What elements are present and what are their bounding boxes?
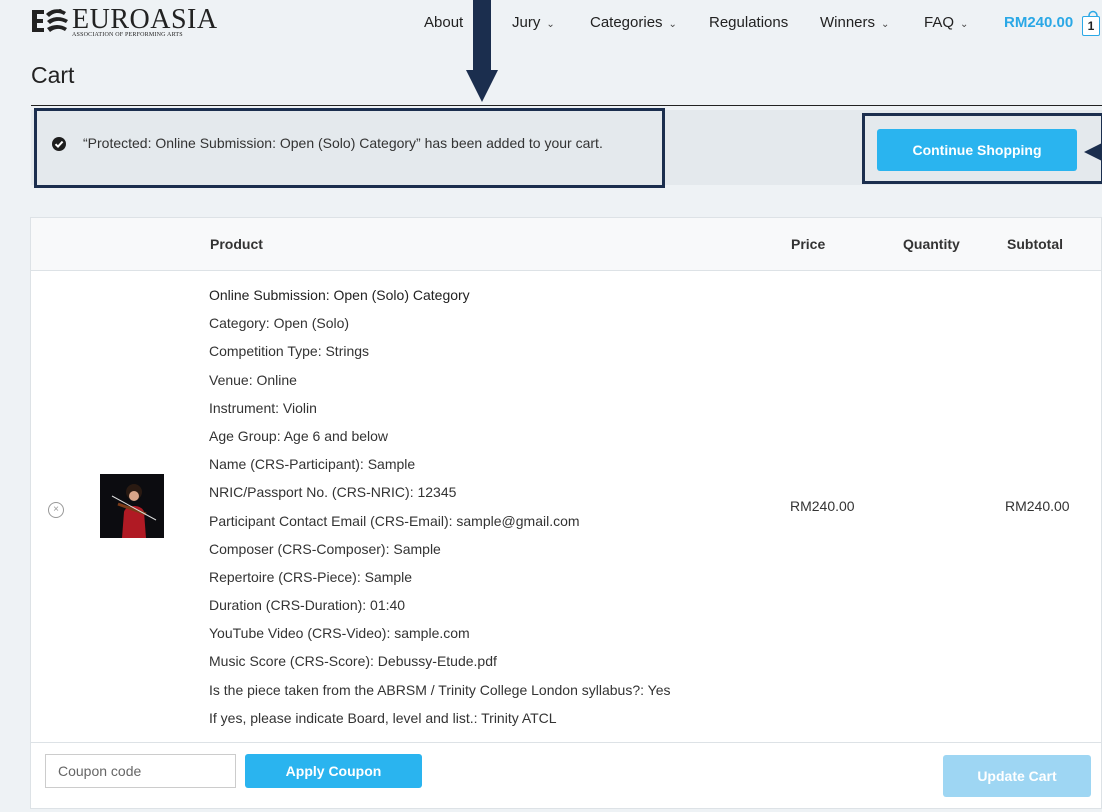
item-subtotal: RM240.00 xyxy=(1005,498,1070,514)
product-meta-line: Age Group: Age 6 and below xyxy=(209,427,389,444)
product-meta-line: If yes, please indicate Board, level and… xyxy=(209,709,557,726)
site-logo[interactable]: EUROASIA ASSOCIATION OF PERFORMING ARTS xyxy=(30,6,218,40)
cart-count-badge[interactable]: 1 xyxy=(1082,16,1100,36)
logo-text: EUROASIA ASSOCIATION OF PERFORMING ARTS xyxy=(72,4,218,39)
product-meta-line: Duration (CRS-Duration): 01:40 xyxy=(209,597,406,614)
product-details: Online Submission: Open (Solo) Category … xyxy=(209,284,769,735)
table-footer-divider xyxy=(31,742,1101,743)
header-price: Price xyxy=(791,236,826,252)
callout-button-highlight xyxy=(862,113,1102,184)
title-divider xyxy=(31,105,1102,106)
header-subtotal: Subtotal xyxy=(1007,236,1063,252)
apply-coupon-button[interactable]: Apply Coupon xyxy=(245,754,422,788)
nav-label: Winners xyxy=(820,14,876,31)
product-name-link[interactable]: Online Submission: Open (Solo) Category xyxy=(209,284,769,312)
product-meta-line: Is the piece taken from the ABRSM / Trin… xyxy=(209,681,671,698)
header-cart-total[interactable]: RM240.00 xyxy=(1004,14,1073,31)
chevron-down-icon: ⌄ xyxy=(881,19,890,30)
product-thumbnail[interactable] xyxy=(100,474,164,538)
nav-label: About xyxy=(424,14,464,31)
nav-label: FAQ xyxy=(924,14,955,31)
product-meta-line: Venue: Online xyxy=(209,371,297,388)
logo-mark-icon xyxy=(30,6,70,36)
tutorial-arrow-shaft xyxy=(473,0,491,70)
chevron-down-icon: ⌄ xyxy=(546,19,555,30)
product-meta-line: Competition Type: Strings xyxy=(209,343,370,360)
product-meta-line: Instrument: Violin xyxy=(209,399,317,416)
chevron-down-icon: ⌄ xyxy=(960,19,969,30)
product-meta-line: Participant Contact Email (CRS-Email): s… xyxy=(209,512,580,529)
remove-item-icon[interactable]: × xyxy=(48,502,64,518)
nav-jury[interactable]: Jury ⌄ xyxy=(512,14,555,31)
product-meta-line: Category: Open (Solo) xyxy=(209,315,350,332)
tutorial-arrow-left-icon xyxy=(1084,142,1102,162)
site-header: EUROASIA ASSOCIATION OF PERFORMING ARTS … xyxy=(0,0,1102,57)
header-quantity: Quantity xyxy=(903,236,960,252)
product-meta-line: Composer (CRS-Composer): Sample xyxy=(209,540,441,557)
logo-name: EUROASIA xyxy=(72,4,218,35)
product-meta-line: YouTube Video (CRS-Video): sample.com xyxy=(209,625,470,642)
nav-categories[interactable]: Categories ⌄ xyxy=(590,14,677,31)
tutorial-arrow-down-icon xyxy=(466,70,498,102)
product-meta-line: Name (CRS-Participant): Sample xyxy=(209,456,416,473)
nav-label: Jury xyxy=(512,14,541,31)
nav-faq[interactable]: FAQ ⌄ xyxy=(924,14,968,31)
page-title: Cart xyxy=(31,62,75,88)
coupon-code-input[interactable] xyxy=(45,754,236,788)
product-meta-line: Music Score (CRS-Score): Debussy-Etude.p… xyxy=(209,653,497,670)
nav-label: Categories xyxy=(590,14,663,31)
product-meta-line: Repertoire (CRS-Piece): Sample xyxy=(209,568,413,585)
product-meta-line: NRIC/Passport No. (CRS-NRIC): 12345 xyxy=(209,484,457,501)
chevron-down-icon: ⌄ xyxy=(668,19,677,30)
nav-about[interactable]: About xyxy=(424,14,463,31)
header-product: Product xyxy=(210,236,263,252)
update-cart-button[interactable]: Update Cart xyxy=(943,755,1091,797)
nav-regulations[interactable]: Regulations xyxy=(709,14,788,31)
nav-winners[interactable]: Winners ⌄ xyxy=(820,14,889,31)
callout-notice-highlight xyxy=(34,108,665,188)
item-price: RM240.00 xyxy=(790,498,855,514)
table-header: Product Price Quantity Subtotal xyxy=(31,218,1101,271)
nav-label: Regulations xyxy=(709,14,789,31)
